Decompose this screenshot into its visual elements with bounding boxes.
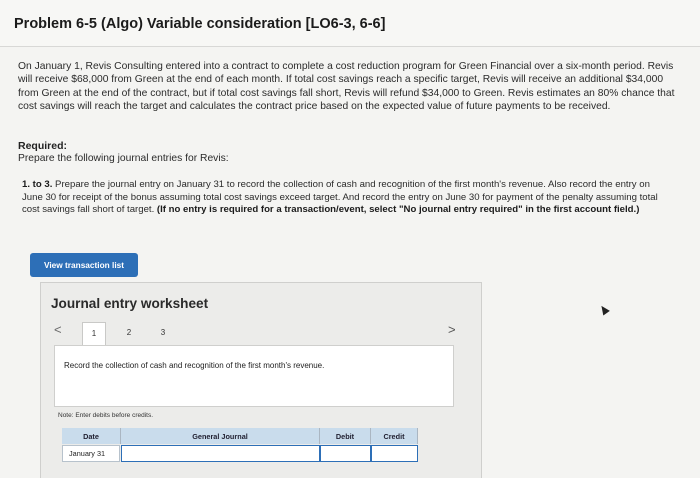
required-heading: Required: bbox=[18, 140, 68, 152]
chevron-right-icon[interactable]: > bbox=[448, 322, 456, 337]
credit-field[interactable] bbox=[371, 445, 418, 462]
problem-intro: On January 1, Revis Consulting entered i… bbox=[18, 61, 675, 113]
problem-title: Problem 6-5 (Algo) Variable consideratio… bbox=[14, 16, 386, 32]
tab-1[interactable]: 1 bbox=[82, 322, 106, 345]
header-bar: Problem 6-5 (Algo) Variable consideratio… bbox=[0, 0, 700, 47]
column-header-credit: Credit bbox=[371, 428, 418, 444]
view-transaction-list-button[interactable]: View transaction list bbox=[30, 253, 138, 277]
tab-3[interactable]: 3 bbox=[152, 322, 174, 343]
column-header-general-journal: General Journal bbox=[121, 428, 320, 444]
chevron-left-icon[interactable]: < bbox=[54, 322, 62, 337]
required-text: Prepare the following journal entries fo… bbox=[18, 153, 229, 164]
debit-field[interactable] bbox=[320, 445, 371, 462]
instructions-note: (If no entry is required for a transacti… bbox=[156, 204, 640, 216]
tab-2[interactable]: 2 bbox=[118, 322, 140, 343]
instructions-prefix: 1. to 3. bbox=[22, 179, 53, 190]
date-cell[interactable]: January 31 bbox=[62, 445, 120, 462]
record-instruction-text: Record the collection of cash and recogn… bbox=[64, 361, 325, 370]
record-instruction-box bbox=[54, 345, 454, 407]
worksheet-title: Journal entry worksheet bbox=[51, 296, 209, 311]
column-header-debit: Debit bbox=[320, 428, 371, 444]
instructions: 1. to 3. Prepare the journal entry on Ja… bbox=[22, 179, 662, 217]
column-header-date: Date bbox=[62, 428, 121, 444]
debits-note: Note: Enter debits before credits. bbox=[58, 412, 154, 419]
account-field[interactable] bbox=[121, 445, 320, 462]
mouse-pointer-icon bbox=[598, 303, 610, 316]
